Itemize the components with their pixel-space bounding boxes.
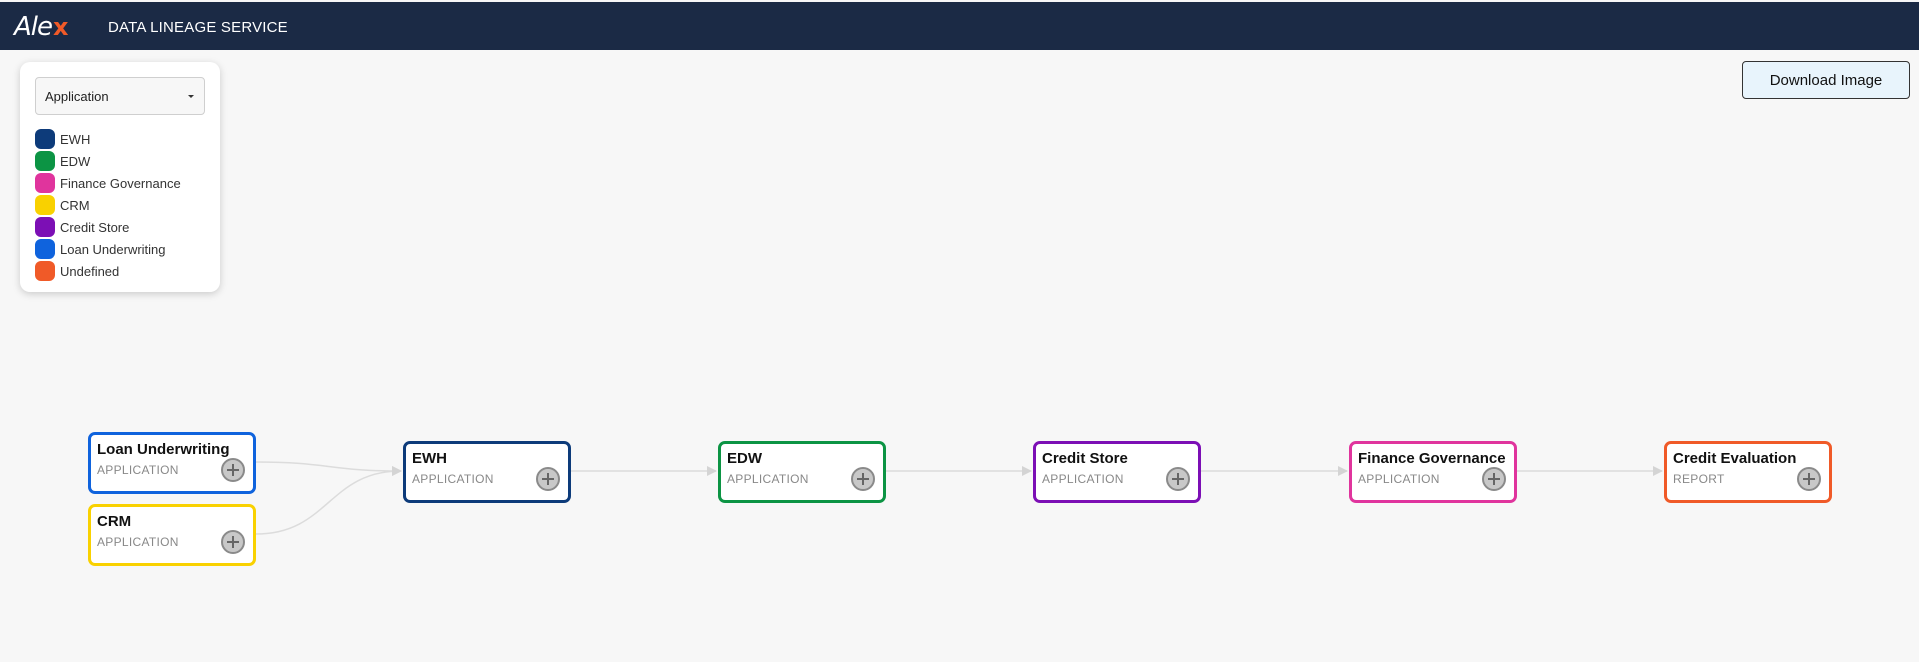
legend-swatch xyxy=(35,239,55,259)
legend-swatch xyxy=(35,173,55,193)
legend-list: EWH EDW Finance Governance CRM Credit St… xyxy=(35,128,181,282)
node-type: APPLICATION xyxy=(412,472,494,486)
legend-label: EWH xyxy=(60,131,91,147)
node-type-select[interactable]: Application xyxy=(35,77,205,115)
logo-accent: x xyxy=(53,13,69,41)
expand-plus-icon[interactable] xyxy=(1797,467,1821,491)
legend-swatch xyxy=(35,261,55,281)
legend-item: EDW xyxy=(35,150,181,172)
legend-label: Finance Governance xyxy=(60,175,181,191)
node-type: APPLICATION xyxy=(97,535,179,549)
legend-label: Undefined xyxy=(60,263,120,279)
legend-item: Loan Underwriting xyxy=(35,238,181,260)
legend-panel: Application EWH EDW Finance Governance C… xyxy=(20,62,220,292)
node-type-select-value: Application xyxy=(45,88,109,104)
expand-plus-icon[interactable] xyxy=(1166,467,1190,491)
legend-label: Credit Store xyxy=(60,219,130,235)
legend-item: EWH xyxy=(35,128,181,150)
node-name: Credit Evaluation xyxy=(1673,450,1797,467)
legend-swatch xyxy=(35,151,55,171)
node-type: APPLICATION xyxy=(97,463,179,477)
expand-plus-icon[interactable] xyxy=(536,467,560,491)
lineage-node-ewh[interactable]: EWH APPLICATION xyxy=(403,441,571,503)
app-title: DATA LINEAGE SERVICE xyxy=(108,19,288,36)
node-name: Finance Governance xyxy=(1358,450,1506,467)
expand-plus-icon[interactable] xyxy=(851,467,875,491)
legend-swatch xyxy=(35,195,55,215)
legend-item: Finance Governance xyxy=(35,172,181,194)
node-type: REPORT xyxy=(1673,472,1725,486)
legend-label: EDW xyxy=(60,153,91,169)
node-name: EDW xyxy=(727,450,762,467)
legend-swatch xyxy=(35,217,55,237)
lineage-node-crm[interactable]: CRM APPLICATION xyxy=(88,504,256,566)
top-bar: Ale x DATA LINEAGE SERVICE xyxy=(0,2,1919,50)
legend-item: CRM xyxy=(35,194,181,216)
lineage-edges xyxy=(255,461,1663,535)
node-type: APPLICATION xyxy=(1358,472,1440,486)
download-image-button[interactable]: Download Image xyxy=(1742,61,1910,99)
legend-swatch xyxy=(35,129,55,149)
lineage-node-credit-store[interactable]: Credit Store APPLICATION xyxy=(1033,441,1201,503)
node-type: APPLICATION xyxy=(727,472,809,486)
expand-plus-icon[interactable] xyxy=(221,530,245,554)
node-name: Credit Store xyxy=(1042,450,1128,467)
legend-label: CRM xyxy=(60,197,90,213)
lineage-node-credit-evaluation[interactable]: Credit Evaluation REPORT xyxy=(1664,441,1832,503)
node-name: Loan Underwriting xyxy=(97,441,230,458)
logo-text: Ale xyxy=(14,12,53,42)
caret-down-icon xyxy=(188,95,194,98)
expand-plus-icon[interactable] xyxy=(1482,467,1506,491)
lineage-node-finance-governance[interactable]: Finance Governance APPLICATION xyxy=(1349,441,1517,503)
alex-logo[interactable]: Ale x xyxy=(14,12,69,42)
expand-plus-icon[interactable] xyxy=(221,458,245,482)
node-type: APPLICATION xyxy=(1042,472,1124,486)
lineage-node-edw[interactable]: EDW APPLICATION xyxy=(718,441,886,503)
legend-item: Credit Store xyxy=(35,216,181,238)
node-name: EWH xyxy=(412,450,447,467)
node-name: CRM xyxy=(97,513,132,530)
legend-label: Loan Underwriting xyxy=(60,241,166,257)
lineage-edge-crm-to-ewh xyxy=(255,466,402,535)
lineage-edge-loan-to-ewh xyxy=(255,461,402,476)
lineage-node-loan-underwriting[interactable]: Loan Underwriting APPLICATION xyxy=(88,432,256,494)
legend-item: Undefined xyxy=(35,260,181,282)
